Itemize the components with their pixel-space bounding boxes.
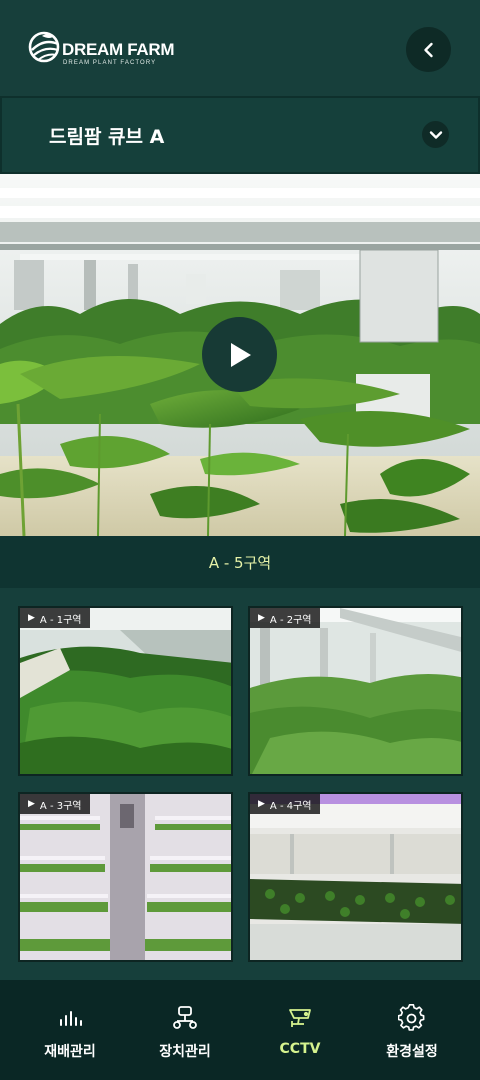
- camera-thumb-2-label: ▶ A - 2구역: [250, 608, 320, 628]
- cctv-camera-icon: [289, 1009, 311, 1027]
- camera-thumb-2-image: [250, 608, 461, 774]
- camera-thumb-4-label: ▶ A - 4구역: [250, 794, 320, 814]
- chevron-down-icon: [429, 130, 442, 139]
- camera-thumb-4[interactable]: ▶ A - 4구역: [248, 792, 463, 962]
- bottom-nav: 재배관리 장치관리 CCTV 환경설정: [0, 980, 480, 1080]
- facility-select-value: 드림팜 큐브 A: [49, 126, 165, 148]
- main-camera-feed[interactable]: [0, 174, 480, 536]
- app-header: DREAM FARM DREAM PLANT FACTORY: [0, 0, 480, 96]
- bar-chart-icon: [60, 1011, 82, 1026]
- main-camera-zone-bar: A - 5구역: [0, 536, 480, 588]
- camera-thumb-1-image: [20, 608, 231, 774]
- device-network-icon: [173, 1006, 197, 1029]
- play-small-icon: ▶: [258, 613, 265, 623]
- facility-select-toggle[interactable]: [422, 121, 449, 148]
- dream-farm-logo: DREAM FARM DREAM PLANT FACTORY: [28, 30, 175, 70]
- camera-thumb-1-label: ▶ A - 1구역: [20, 608, 90, 628]
- camera-thumb-1[interactable]: ▶ A - 1구역: [18, 606, 233, 776]
- nav-label-cctv: CCTV: [279, 1041, 321, 1057]
- nav-label-settings: 환경설정: [386, 1044, 438, 1060]
- camera-thumb-1-text: A - 1구역: [39, 614, 82, 626]
- nav-item-devices[interactable]: 장치관리: [125, 980, 245, 1080]
- camera-thumb-3-image: [20, 794, 231, 960]
- play-small-icon: ▶: [28, 799, 35, 809]
- play-small-icon: ▶: [258, 799, 265, 809]
- nav-item-cultivation[interactable]: 재배관리: [10, 980, 130, 1080]
- nav-label-devices: 장치관리: [159, 1044, 211, 1060]
- chevron-left-icon: [423, 42, 433, 57]
- brand-subtitle: DREAM PLANT FACTORY: [63, 60, 157, 66]
- gear-icon: [398, 1004, 425, 1031]
- camera-thumb-3-text: A - 3구역: [39, 800, 82, 812]
- play-small-icon: ▶: [28, 613, 35, 623]
- logo-mark-icon: [28, 31, 60, 63]
- main-camera-zone-label: A - 5구역: [208, 553, 272, 572]
- facility-select[interactable]: 드림팜 큐브 A: [0, 96, 480, 174]
- play-icon: [230, 342, 251, 367]
- camera-thumb-4-text: A - 4구역: [269, 800, 312, 812]
- camera-thumb-2-text: A - 2구역: [269, 614, 312, 626]
- camera-thumb-4-image: [250, 794, 461, 960]
- camera-grid: ▶ A - 1구역 ▶ A - 2구역 ▶ A - 3구역 ▶ A - 4구역: [0, 588, 480, 980]
- play-button[interactable]: [202, 317, 277, 392]
- nav-item-cctv[interactable]: CCTV: [240, 980, 360, 1080]
- camera-thumb-2[interactable]: ▶ A - 2구역: [248, 606, 463, 776]
- brand-title: DREAM FARM: [62, 40, 175, 59]
- camera-thumb-3[interactable]: ▶ A - 3구역: [18, 792, 233, 962]
- nav-item-settings[interactable]: 환경설정: [352, 980, 472, 1080]
- camera-thumb-3-label: ▶ A - 3구역: [20, 794, 90, 814]
- back-button[interactable]: [406, 27, 451, 72]
- nav-label-cultivation: 재배관리: [44, 1044, 96, 1060]
